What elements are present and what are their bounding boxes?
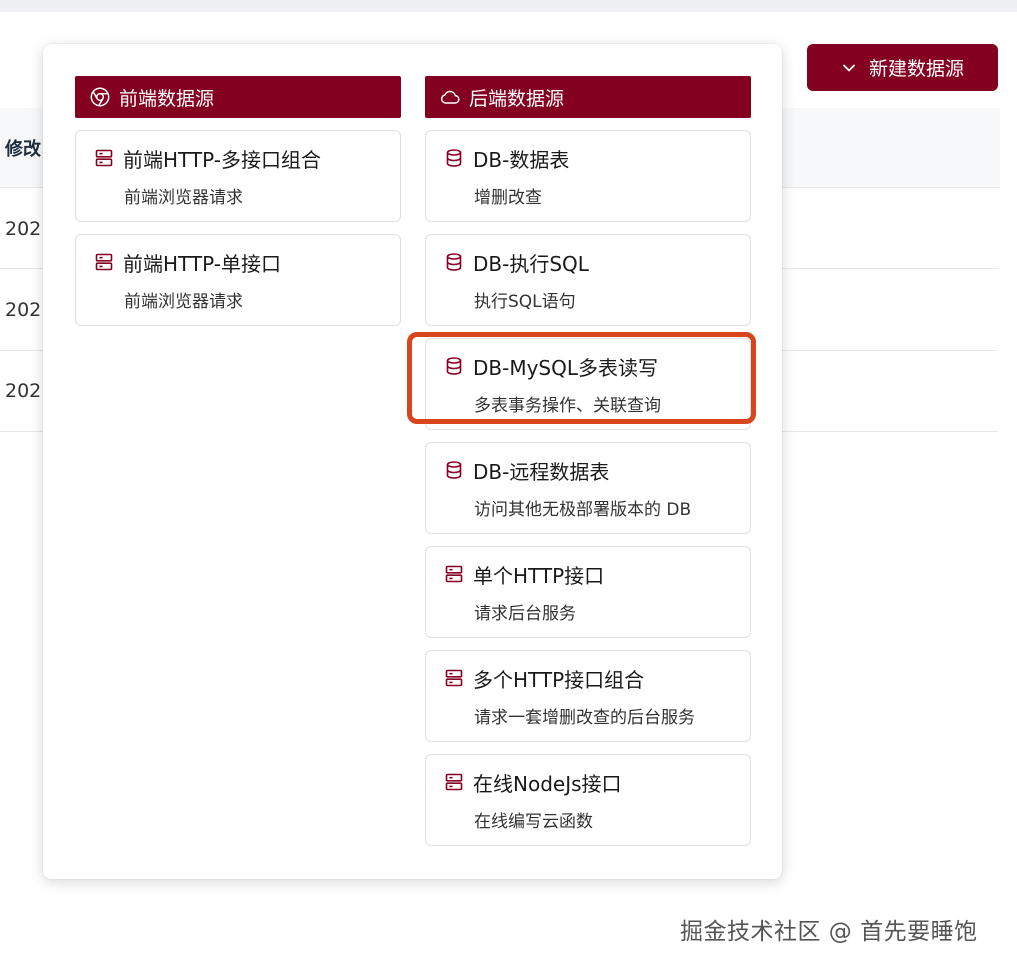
database-icon bbox=[446, 357, 462, 375]
server-icon bbox=[95, 149, 113, 167]
card-desc: 请求一套增删改查的后台服务 bbox=[474, 708, 695, 728]
card-desc: 访问其他无极部署版本的 DB bbox=[474, 500, 692, 520]
frontend-header-title: 前端数据源 bbox=[119, 87, 215, 110]
database-icon bbox=[446, 253, 462, 271]
server-icon bbox=[445, 565, 463, 583]
card-title: 单个HTTP接口 bbox=[473, 563, 605, 588]
new-datasource-label: 新建数据源 bbox=[868, 58, 964, 80]
chrome-icon bbox=[90, 87, 110, 107]
frontend-column: 前端数据源 前端HTTP-多接口组合 前端浏览器请求 前端HTTP-单接口 前端… bbox=[75, 76, 401, 326]
top-strip bbox=[0, 0, 1017, 12]
new-datasource-button[interactable]: 新建数据源 bbox=[807, 44, 998, 91]
datasource-card-db-mysql-multi[interactable]: DB-MySQL多表读写 多表事务操作、关联查询 bbox=[425, 338, 751, 430]
database-icon bbox=[446, 461, 462, 479]
cloud-icon bbox=[440, 90, 460, 104]
table-cell: 202 bbox=[5, 299, 42, 321]
datasource-popover: 前端数据源 前端HTTP-多接口组合 前端浏览器请求 前端HTTP-单接口 前端… bbox=[43, 44, 782, 879]
database-icon bbox=[446, 149, 462, 167]
datasource-card-frontend-http-single[interactable]: 前端HTTP-单接口 前端浏览器请求 bbox=[75, 234, 401, 326]
card-title: DB-远程数据表 bbox=[473, 459, 610, 484]
card-desc: 前端浏览器请求 bbox=[124, 292, 243, 312]
datasource-card-db-remote[interactable]: DB-远程数据表 访问其他无极部署版本的 DB bbox=[425, 442, 751, 534]
chevron-down-icon bbox=[843, 64, 855, 71]
backend-header-title: 后端数据源 bbox=[469, 87, 565, 110]
backend-header: 后端数据源 bbox=[425, 76, 751, 118]
datasource-card-db-table[interactable]: DB-数据表 增删改查 bbox=[425, 130, 751, 222]
datasource-card-db-exec-sql[interactable]: DB-执行SQL 执行SQL语句 bbox=[425, 234, 751, 326]
card-title: DB-执行SQL bbox=[473, 251, 589, 276]
card-title: DB-MySQL多表读写 bbox=[473, 355, 659, 380]
server-icon bbox=[445, 773, 463, 791]
card-desc: 增删改查 bbox=[474, 188, 542, 208]
table-cell: 202 bbox=[5, 218, 42, 240]
card-title: 前端HTTP-多接口组合 bbox=[123, 147, 321, 172]
datasource-card-http-multi[interactable]: 多个HTTP接口组合 请求一套增删改查的后台服务 bbox=[425, 650, 751, 742]
card-title: 多个HTTP接口组合 bbox=[473, 667, 645, 692]
card-title: 在线NodeJs接口 bbox=[473, 771, 622, 796]
datasource-card-frontend-http-multi[interactable]: 前端HTTP-多接口组合 前端浏览器请求 bbox=[75, 130, 401, 222]
table-header-label: 修改 bbox=[5, 139, 41, 160]
frontend-header: 前端数据源 bbox=[75, 76, 401, 118]
card-desc: 前端浏览器请求 bbox=[124, 188, 243, 208]
card-desc: 多表事务操作、关联查询 bbox=[474, 396, 661, 416]
datasource-card-nodejs[interactable]: 在线NodeJs接口 在线编写云函数 bbox=[425, 754, 751, 846]
datasource-card-http-single[interactable]: 单个HTTP接口 请求后台服务 bbox=[425, 546, 751, 638]
card-title: 前端HTTP-单接口 bbox=[123, 251, 281, 276]
card-title: DB-数据表 bbox=[473, 147, 570, 172]
server-icon bbox=[95, 253, 113, 271]
backend-column: 后端数据源 DB-数据表 增删改查 DB-执行SQL 执行SQL语句 DB-My… bbox=[425, 76, 751, 846]
server-icon bbox=[445, 669, 463, 687]
card-desc: 请求后台服务 bbox=[474, 604, 576, 624]
watermark: 掘金技术社区 @ 首先要睡饱 bbox=[680, 919, 978, 945]
card-desc: 在线编写云函数 bbox=[474, 812, 593, 832]
table-cell: 202 bbox=[5, 380, 42, 402]
card-desc: 执行SQL语句 bbox=[474, 292, 576, 312]
